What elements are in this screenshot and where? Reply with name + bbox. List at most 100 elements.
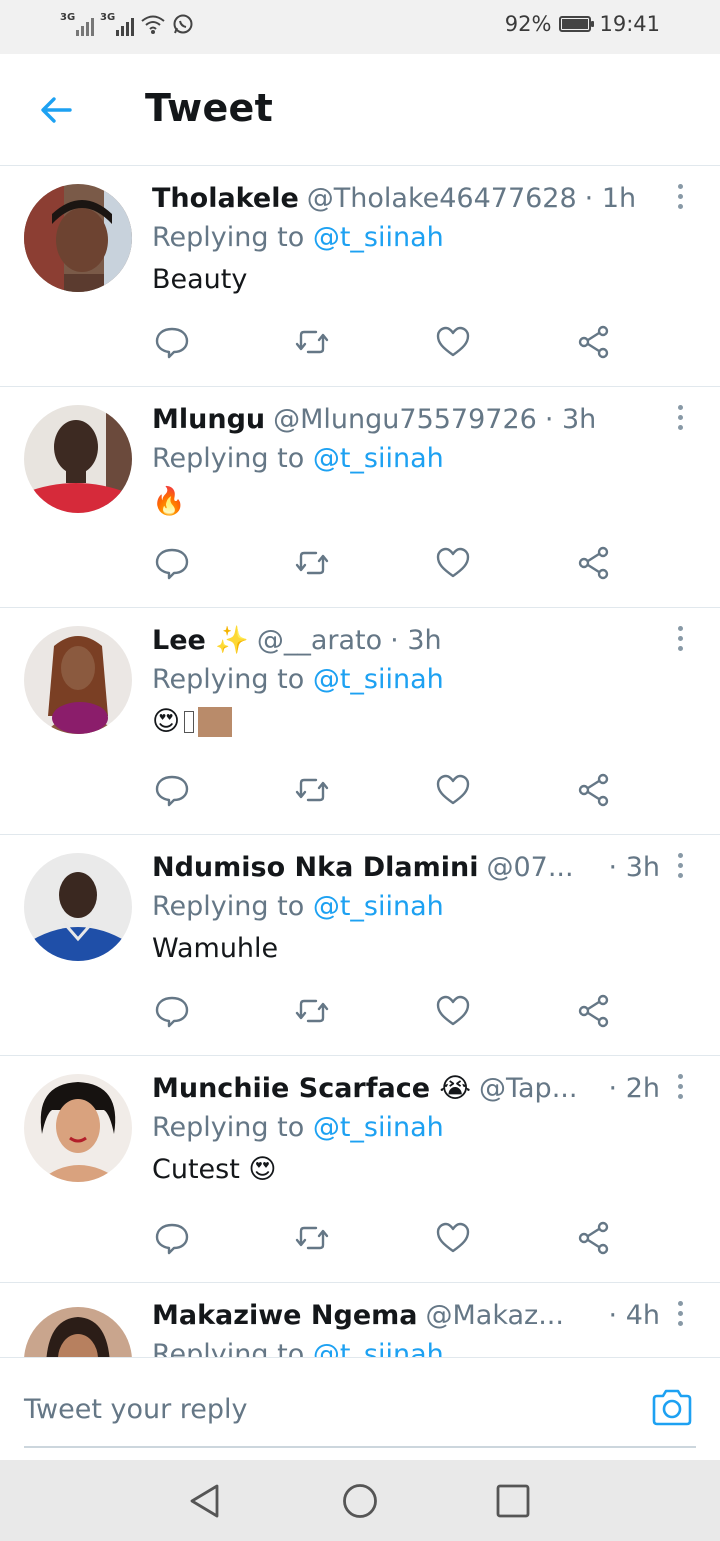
nav-recents-icon[interactable] xyxy=(494,1482,532,1520)
tweet-header: Lee ✨ @__arato · 3h xyxy=(152,622,660,658)
like-icon[interactable] xyxy=(435,545,471,581)
user-handle[interactable]: @__arato xyxy=(257,625,382,656)
timestamp: · 2h xyxy=(608,1072,660,1104)
mention-link[interactable]: @t_siinah xyxy=(313,222,444,253)
avatar[interactable] xyxy=(24,405,132,513)
network-type: 3G xyxy=(60,12,76,23)
reply-tweet[interactable]: Lee ✨ @__arato · 3h Replying to @t_siina… xyxy=(0,608,720,835)
replying-to-label: Replying to xyxy=(152,222,305,253)
display-name[interactable]: Lee ✨ xyxy=(152,624,249,656)
whatsapp-icon xyxy=(173,14,193,34)
input-underline xyxy=(24,1446,696,1448)
replying-to-label: Replying to xyxy=(152,664,305,695)
share-icon[interactable] xyxy=(576,1220,612,1256)
replying-to: Replying to @t_siinah xyxy=(152,1339,444,1357)
tweet-text: 😍 xyxy=(152,706,233,737)
replying-to: Replying to @t_siinah xyxy=(152,664,444,695)
like-icon[interactable] xyxy=(435,772,471,808)
battery-percent: 92% xyxy=(504,12,552,36)
tweet-header: Tholakele @Tholake46477628 · 1h xyxy=(152,180,660,216)
top-app-bar: Tweet xyxy=(0,54,720,166)
nav-back-icon[interactable] xyxy=(186,1482,224,1520)
camera-icon[interactable] xyxy=(650,1388,694,1428)
wifi-icon xyxy=(141,15,165,34)
avatar[interactable] xyxy=(24,184,132,292)
reply-tweet[interactable]: Ndumiso Nka Dlamini @07... · 3h Replying… xyxy=(0,835,720,1056)
reply-tweet[interactable]: Munchiie Scarface 😭 @Tap... · 2h Replyin… xyxy=(0,1056,720,1283)
reply-icon[interactable] xyxy=(154,993,190,1029)
tweet-actions xyxy=(152,772,622,808)
tweet-actions xyxy=(152,324,622,360)
status-bar: 3G 3G 92% 19:41 xyxy=(0,0,720,54)
reply-input[interactable]: Tweet your reply xyxy=(24,1394,248,1425)
more-options-icon[interactable] xyxy=(676,184,684,212)
battery-icon xyxy=(559,16,595,32)
reply-tweet[interactable]: Mlungu @Mlungu75579726 · 3h Replying to … xyxy=(0,387,720,608)
user-handle[interactable]: @Makaz... xyxy=(425,1300,563,1331)
replying-to: Replying to @t_siinah xyxy=(152,891,444,922)
replying-to: Replying to @t_siinah xyxy=(152,443,444,474)
share-icon[interactable] xyxy=(576,324,612,360)
signal-icon: 3G xyxy=(60,12,94,36)
more-options-icon[interactable] xyxy=(676,405,684,433)
reply-composer: Tweet your reply xyxy=(0,1357,720,1461)
like-icon[interactable] xyxy=(435,324,471,360)
avatar[interactable] xyxy=(24,853,132,961)
mention-link[interactable]: @t_siinah xyxy=(313,664,444,695)
reply-icon[interactable] xyxy=(154,772,190,808)
mention-link[interactable]: @t_siinah xyxy=(313,443,444,474)
mention-link[interactable]: @t_siinah xyxy=(313,891,444,922)
retweet-icon[interactable] xyxy=(294,993,330,1029)
user-handle[interactable]: @07... xyxy=(486,852,573,883)
replying-to-label: Replying to xyxy=(152,891,305,922)
more-options-icon[interactable] xyxy=(676,853,684,881)
timestamp: · 3h xyxy=(544,403,597,435)
share-icon[interactable] xyxy=(576,545,612,581)
display-name[interactable]: Makaziwe Ngema xyxy=(152,1300,417,1331)
tweet-actions xyxy=(152,993,622,1029)
status-icons-right: 92% 19:41 xyxy=(505,12,660,36)
mention-link[interactable]: @t_siinah xyxy=(313,1339,444,1357)
system-navigation-bar xyxy=(0,1460,720,1541)
avatar[interactable] xyxy=(24,626,132,734)
replying-to: Replying to @t_siinah xyxy=(152,1112,444,1143)
user-handle[interactable]: @Mlungu75579726 xyxy=(273,404,537,435)
mention-link[interactable]: @t_siinah xyxy=(313,1112,444,1143)
share-icon[interactable] xyxy=(576,772,612,808)
tweet-actions xyxy=(152,545,622,581)
retweet-icon[interactable] xyxy=(294,324,330,360)
more-options-icon[interactable] xyxy=(676,1301,684,1329)
clock: 19:41 xyxy=(599,12,660,36)
tweet-header: Makaziwe Ngema @Makaz... · 4h xyxy=(152,1297,660,1333)
display-name[interactable]: Munchiie Scarface 😭 xyxy=(152,1073,471,1104)
more-options-icon[interactable] xyxy=(676,626,684,654)
reply-tweet[interactable]: Tholakele @Tholake46477628 · 1h Replying… xyxy=(0,166,720,387)
replies-list: Tholakele @Tholake46477628 · 1h Replying… xyxy=(0,166,720,1357)
like-icon[interactable] xyxy=(435,993,471,1029)
reply-tweet[interactable]: Makaziwe Ngema @Makaz... · 4h Replying t… xyxy=(0,1283,720,1357)
retweet-icon[interactable] xyxy=(294,545,330,581)
display-name[interactable]: Tholakele xyxy=(152,183,299,214)
back-arrow-icon[interactable] xyxy=(36,90,76,130)
tweet-header: Ndumiso Nka Dlamini @07... · 3h xyxy=(152,849,660,885)
like-icon[interactable] xyxy=(435,1220,471,1256)
display-name[interactable]: Ndumiso Nka Dlamini xyxy=(152,852,478,883)
reply-icon[interactable] xyxy=(154,545,190,581)
avatar[interactable] xyxy=(24,1307,132,1357)
more-options-icon[interactable] xyxy=(676,1074,684,1102)
share-icon[interactable] xyxy=(576,993,612,1029)
replying-to: Replying to @t_siinah xyxy=(152,222,444,253)
user-handle[interactable]: @Tap... xyxy=(479,1073,577,1104)
retweet-icon[interactable] xyxy=(294,1220,330,1256)
display-name[interactable]: Mlungu xyxy=(152,404,265,435)
network-type: 3G xyxy=(100,12,116,23)
retweet-icon[interactable] xyxy=(294,772,330,808)
avatar[interactable] xyxy=(24,1074,132,1182)
user-handle[interactable]: @Tholake46477628 xyxy=(307,183,577,214)
nav-home-icon[interactable] xyxy=(341,1482,379,1520)
tweet-header: Mlungu @Mlungu75579726 · 3h xyxy=(152,401,660,437)
signal-icon: 3G xyxy=(100,12,134,36)
tweet-text: Wamuhle xyxy=(152,933,279,964)
reply-icon[interactable] xyxy=(154,324,190,360)
reply-icon[interactable] xyxy=(154,1220,190,1256)
